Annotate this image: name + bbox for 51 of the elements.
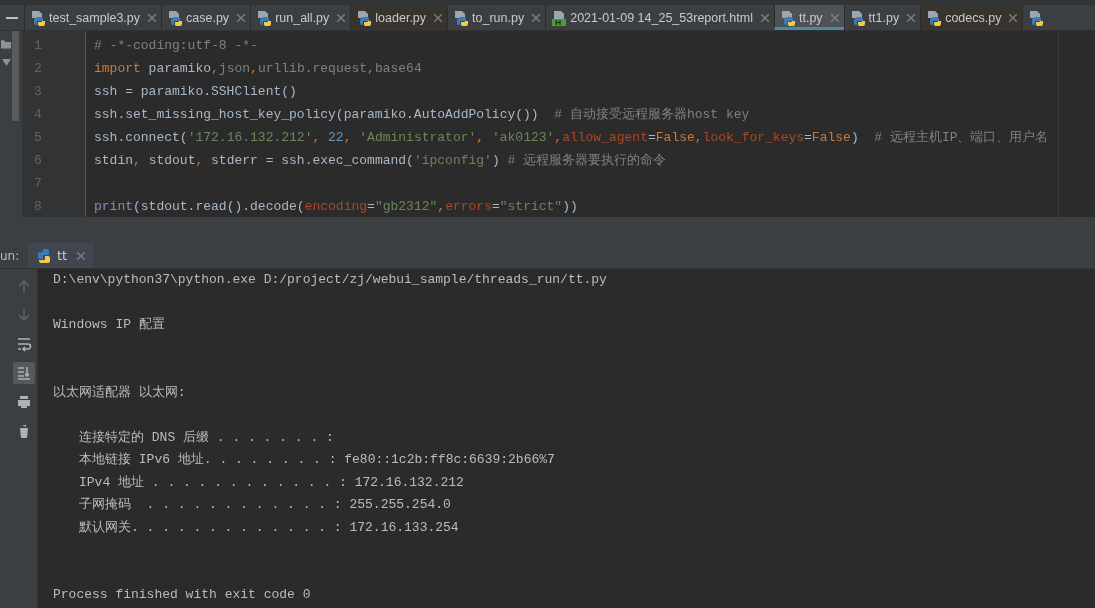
- console-output: 本地链接 IPv6 地址. . . . . . . . : fe80::1c2b:ff8c:6639:2b66%7: [79, 452, 555, 467]
- close-icon[interactable]: [1009, 13, 1018, 22]
- run-panel-label: un:: [0, 248, 21, 263]
- file-tab[interactable]: 2021-01-09 14_25_53report.html: [545, 5, 774, 30]
- console-output: IPv4 地址 . . . . . . . . . . . . : 172.16.132.212: [79, 474, 464, 490]
- run-tab[interactable]: tt: [28, 243, 94, 268]
- python-file-icon: [256, 9, 273, 26]
- python-file-icon: [167, 9, 184, 26]
- python-file-icon: [1028, 9, 1045, 26]
- file-tab[interactable]: to_run.py: [447, 5, 546, 30]
- python-file-icon: [453, 9, 470, 26]
- file-tab[interactable]: test_sample3.py: [24, 5, 162, 30]
- code-line: ssh.set_missing_host_key_policy(paramiko.AutoAddPolicy()) # 自动接受远程服务器host key: [94, 107, 750, 122]
- code-line: ssh = paramiko.SSHClient(): [94, 84, 297, 99]
- command-line: D:\env\python37\python.exe D:/project/zj/webui_sample/threads_run/tt.py: [53, 272, 607, 287]
- close-icon[interactable]: [532, 13, 541, 22]
- close-icon[interactable]: [434, 13, 443, 22]
- scroll-to-end-icon[interactable]: [12, 362, 35, 384]
- close-icon[interactable]: [907, 13, 916, 22]
- console-output: Process finished with exit code 0: [53, 587, 311, 602]
- file-tab[interactable]: tt.py: [773, 5, 844, 30]
- folder-icon[interactable]: [1, 39, 11, 49]
- console-output: 连接特定的 DNS 后缀 . . . . . . . :: [79, 429, 334, 445]
- close-icon[interactable]: [148, 13, 157, 22]
- python-file-icon: [779, 9, 796, 26]
- close-icon[interactable]: [337, 13, 346, 22]
- console-output: 子网掩码 . . . . . . . . . . . . : 255.255.254.0: [79, 497, 451, 512]
- file-tab[interactable]: codecs.py: [920, 5, 1023, 30]
- close-icon[interactable]: [830, 13, 839, 22]
- python-file-icon: [849, 9, 866, 26]
- python-icon: [36, 247, 52, 264]
- console-output: 以太网适配器 以太网:: [53, 384, 186, 400]
- minimize-icon[interactable]: [6, 16, 18, 19]
- code-line: # -*-coding:utf-8 -*-: [94, 38, 258, 53]
- close-icon[interactable]: [760, 13, 769, 22]
- close-icon[interactable]: [77, 251, 86, 260]
- scrollbar-thumb[interactable]: [12, 31, 19, 121]
- code-line: import paramiko,json,urllib.request,base64: [94, 61, 422, 76]
- code-line: print(stdout.read().decode(encoding="gb2312",errors="strict")): [94, 199, 578, 214]
- close-icon[interactable]: [237, 13, 246, 22]
- file-tab[interactable]: case.py: [161, 5, 251, 30]
- console-output: 默认网关. . . . . . . . . . . . . : 172.16.133.254: [79, 519, 459, 535]
- code-line: ssh.connect('172.16.132.212', 22, 'Administrator', 'ak0123',allow_agent=False,look_for_keys=False) # 远程主机IP、端口、用户名: [94, 130, 1049, 145]
- python-file-icon: [30, 9, 46, 26]
- html-file-icon: [551, 9, 568, 26]
- python-file-icon: [926, 9, 943, 26]
- file-tab[interactable]: loader.py: [350, 5, 448, 30]
- python-file-icon: [356, 9, 373, 26]
- code-line: stdin, stdout, stderr = ssh.exec_command('ipconfig') # 远程服务器要执行的命令: [94, 153, 667, 168]
- triangle-icon[interactable]: [1, 59, 11, 66]
- console-output: Windows IP 配置: [53, 317, 165, 332]
